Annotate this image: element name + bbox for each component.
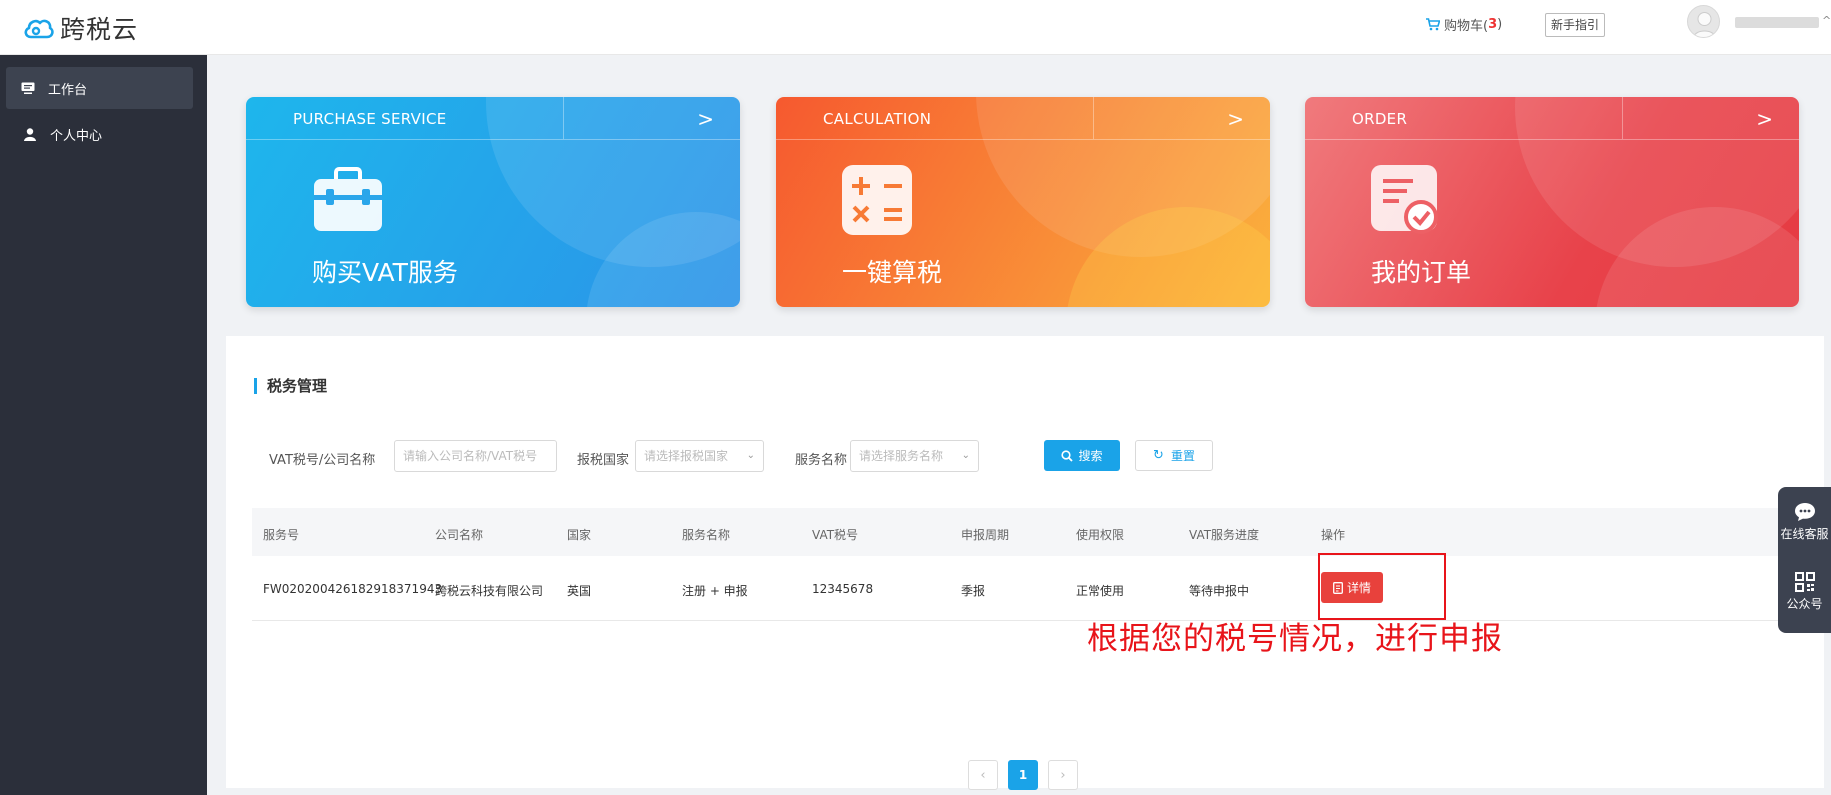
card-title: PURCHASE SERVICE: [293, 110, 447, 128]
sidebar-item-label: 个人中心: [50, 128, 103, 144]
company-name-cell: 跨税云科技有限公司: [435, 584, 544, 598]
progress-highlight-box: [1318, 553, 1446, 620]
reset-button-label: 重置: [1170, 449, 1195, 463]
column-header: 国家: [567, 528, 592, 542]
card-label: 购买VAT服务: [312, 258, 458, 287]
brand-logo[interactable]: 跨税云: [22, 10, 138, 46]
card-header: CALCULATION >: [776, 97, 1270, 140]
user-menu-caret-icon[interactable]: ^: [1822, 14, 1831, 27]
user-avatar[interactable]: [1687, 5, 1720, 38]
card-header: PURCHASE SERVICE >: [246, 97, 740, 140]
country-cell: 英国: [567, 584, 592, 598]
country-select[interactable]: 请选择报税国家 ⌄: [635, 440, 764, 472]
reset-button[interactable]: ↻ 重置: [1135, 440, 1213, 471]
service-name-cell: 注册 + 申报: [682, 584, 748, 598]
sidebar-item-workbench[interactable]: 工作台: [6, 67, 193, 109]
search-button[interactable]: 搜索: [1044, 440, 1120, 471]
floating-toolbar: 在线客服 公众号: [1778, 487, 1831, 633]
top-bar: 跨税云 购物车(3) 新手指引 ^: [0, 0, 1831, 55]
chat-icon: [1794, 503, 1815, 521]
chevron-right-icon[interactable]: >: [1756, 107, 1773, 131]
country-select-placeholder: 请选择报税国家: [644, 449, 729, 463]
calculator-icon: [842, 165, 912, 235]
chevron-down-icon: ⌄: [961, 450, 970, 461]
service-select-placeholder: 请选择服务名称: [859, 449, 944, 463]
pagination-page-1[interactable]: 1: [1008, 760, 1038, 790]
qrcode-icon: [1794, 572, 1815, 592]
order-card[interactable]: ORDER > 我的订单: [1305, 97, 1799, 307]
beginner-guide-button[interactable]: 新手指引: [1545, 13, 1606, 37]
table-header-row: 服务号 公司名称 国家 服务名称 VAT税号 申报周期 使用权限 VAT服务进度…: [252, 508, 1824, 556]
refresh-icon: ↻: [1153, 448, 1164, 463]
pagination-next-button[interactable]: ›: [1048, 760, 1078, 790]
cart-label: 购物车(: [1444, 19, 1489, 34]
annotation-text: 根据您的税号情况，进行申报: [1087, 621, 1503, 657]
user-icon: [22, 126, 38, 142]
monitor-icon: [20, 80, 36, 96]
card-title: CALCULATION: [823, 110, 932, 128]
card-header-divider: [1622, 97, 1623, 139]
calculation-card[interactable]: CALCULATION > 一键算税: [776, 97, 1270, 307]
card-label: 我的订单: [1371, 258, 1472, 287]
column-header: 服务号: [263, 528, 300, 542]
tax-management-panel: 税务管理 VAT税号/公司名称 请输入公司名称/VAT税号 报税国家 请选择报税…: [226, 336, 1824, 790]
chevron-down-icon: ⌄: [746, 450, 755, 461]
search-icon: [1061, 449, 1074, 462]
avatar-person-icon: [1693, 12, 1716, 37]
section-title: 税务管理: [254, 378, 327, 394]
pagination-prev-button[interactable]: ‹: [968, 760, 998, 790]
sidebar: 工作台 个人中心: [0, 55, 207, 795]
card-header-divider: [563, 97, 564, 139]
column-header: 使用权限: [1076, 528, 1125, 542]
vat-number-cell: 12345678: [812, 582, 874, 596]
online-service-button[interactable]: 在线客服: [1778, 502, 1831, 542]
country-filter-label: 报税国家: [577, 453, 630, 468]
service-number-cell: FW020200426182918371943: [263, 582, 443, 596]
vat-progress-cell: 等待申报中: [1189, 584, 1250, 598]
sidebar-item-label: 工作台: [48, 82, 88, 98]
column-header: VAT服务进度: [1189, 528, 1260, 542]
search-button-label: 搜索: [1078, 449, 1103, 463]
vat-filter-label: VAT税号/公司名称: [269, 453, 376, 468]
column-header: 服务名称: [682, 528, 731, 542]
cart-link[interactable]: 购物车(3): [1426, 15, 1502, 34]
column-header: 公司名称: [435, 528, 484, 542]
cloud-logo-icon: [24, 19, 54, 39]
table-row[interactable]: FW020200426182918371943 跨税云科技有限公司 英国 注册 …: [252, 556, 1824, 621]
official-account-label: 公众号: [1786, 597, 1823, 611]
column-header: 申报周期: [961, 528, 1010, 542]
brand-name: 跨税云: [60, 15, 139, 44]
order-icon: [1371, 165, 1441, 235]
service-select[interactable]: 请选择服务名称 ⌄: [850, 440, 979, 472]
column-header: 操作: [1321, 528, 1346, 542]
cart-icon: [1426, 18, 1440, 31]
purchase-service-card[interactable]: PURCHASE SERVICE > 购买VAT服务: [246, 97, 740, 307]
cart-count-badge: 3: [1488, 17, 1498, 32]
chevron-right-icon[interactable]: >: [697, 107, 714, 131]
card-label: 一键算税: [842, 258, 943, 287]
card-header-divider: [1093, 97, 1094, 139]
cart-label-close: ): [1497, 17, 1503, 32]
chevron-right-icon[interactable]: >: [1227, 107, 1244, 131]
filing-period-cell: 季报: [961, 584, 986, 598]
vat-search-input[interactable]: 请输入公司名称/VAT税号: [394, 440, 557, 472]
card-title: ORDER: [1352, 110, 1408, 128]
sidebar-item-personal-center[interactable]: 个人中心: [0, 113, 193, 155]
online-service-label: 在线客服: [1780, 527, 1829, 541]
username-redacted[interactable]: [1735, 17, 1819, 28]
card-header: ORDER >: [1305, 97, 1799, 140]
official-account-button[interactable]: 公众号: [1778, 572, 1831, 612]
service-filter-label: 服务名称: [795, 453, 848, 468]
permission-cell: 正常使用: [1076, 584, 1125, 598]
column-header: VAT税号: [812, 528, 859, 542]
toolbox-icon: [312, 165, 382, 235]
